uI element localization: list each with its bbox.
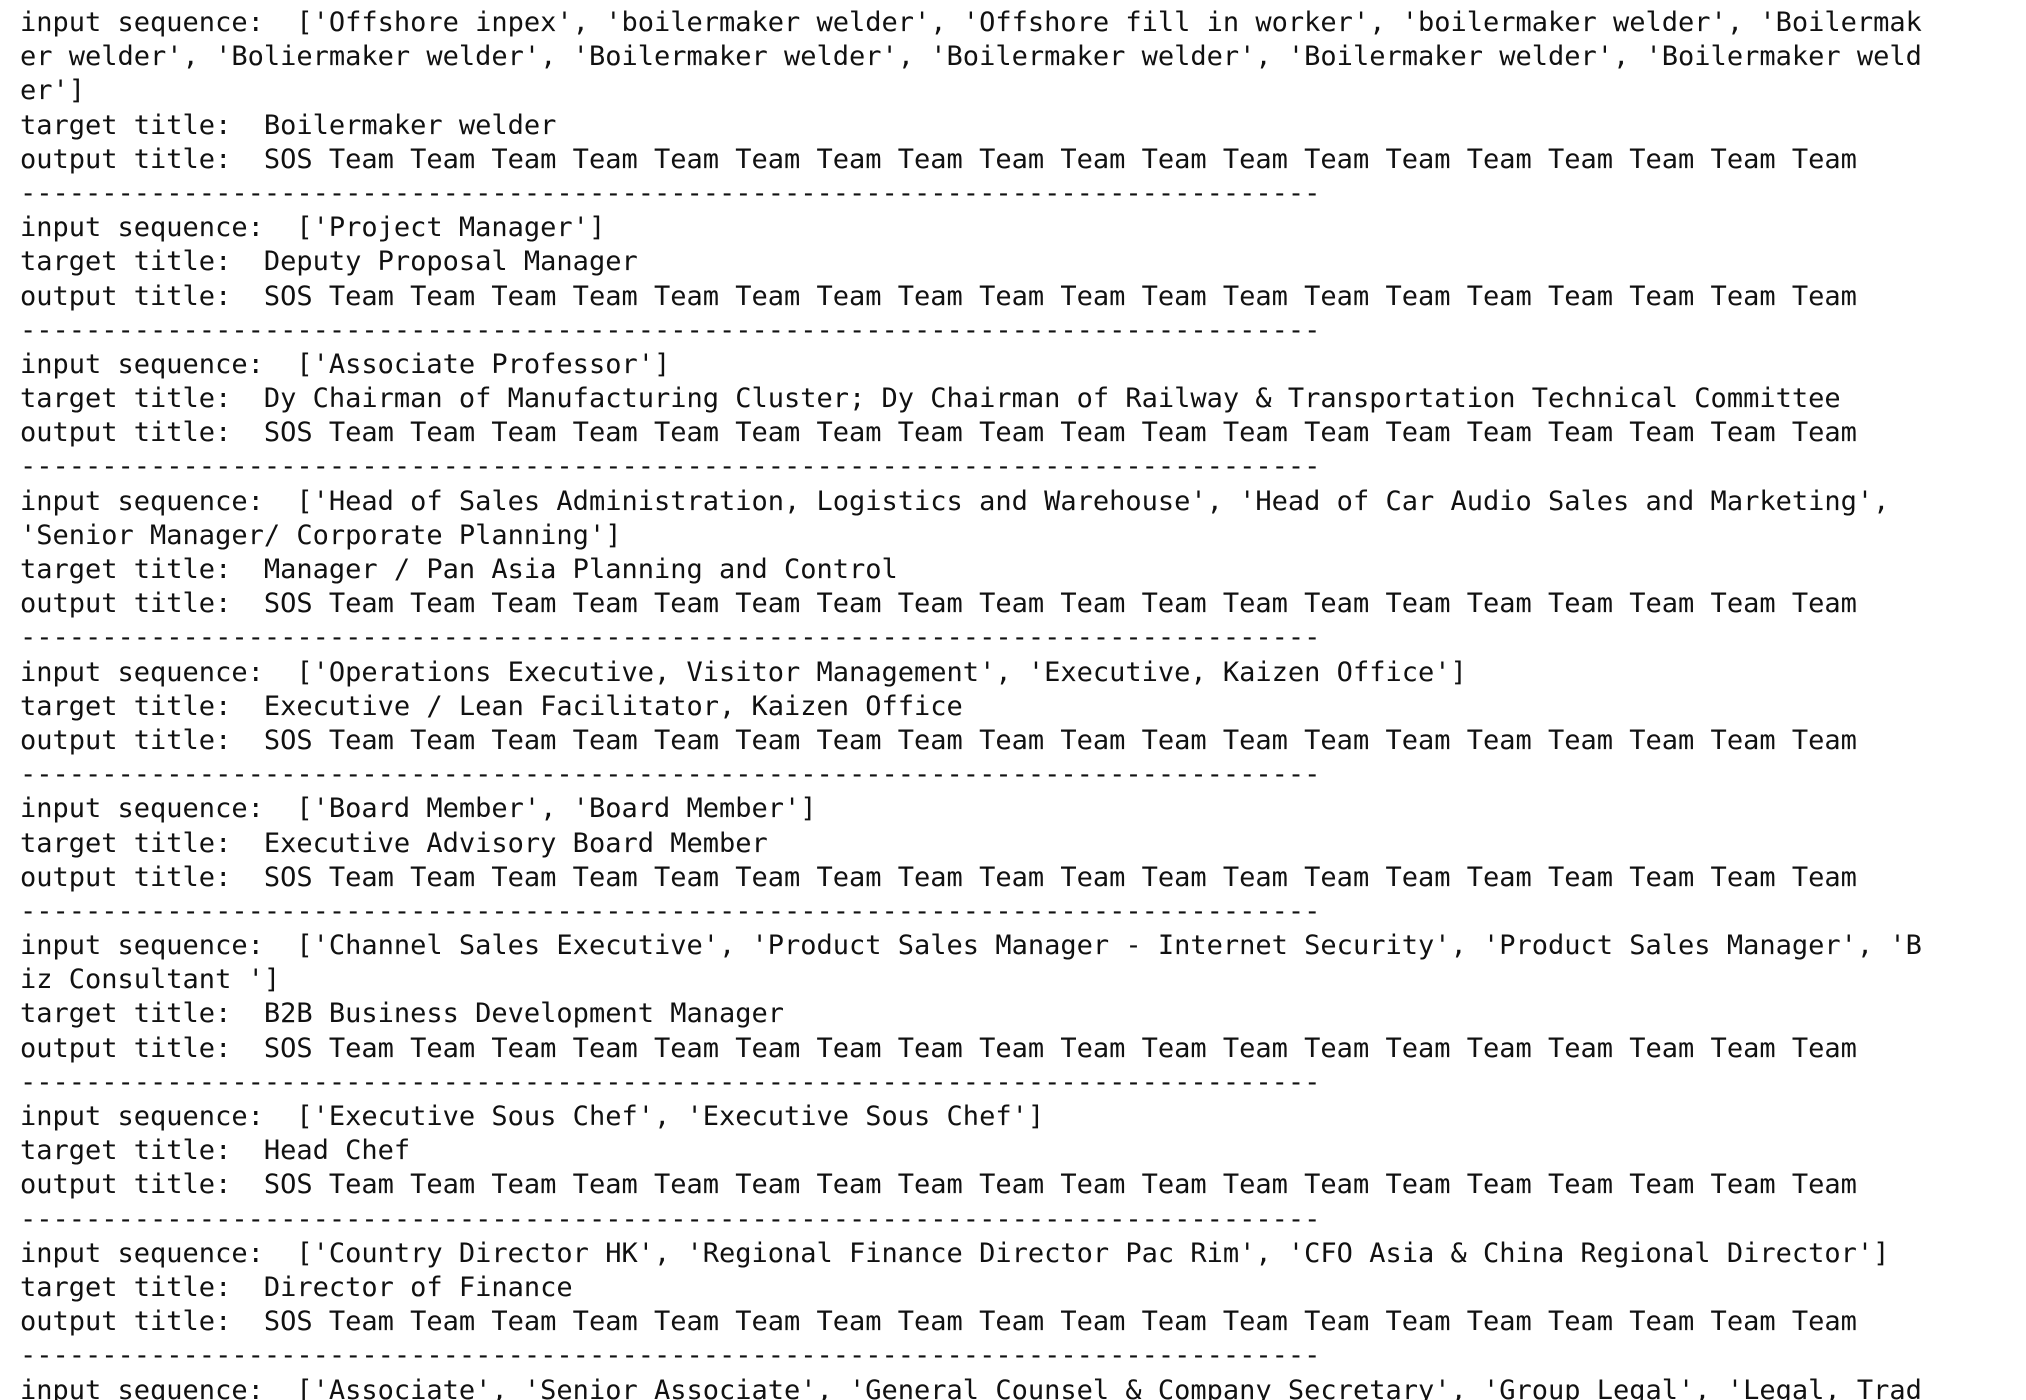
console-output: input sequence: ['Offshore inpex', 'boil… [0,0,2026,1400]
output-line: ----------------------------------------… [20,759,1321,791]
output-line: ----------------------------------------… [20,895,1321,927]
output-line: target title: B2B Business Development M… [20,998,785,1030]
output-line: target title: Boilermaker welder [20,109,557,141]
output-line: target title: Deputy Proposal Manager [20,246,638,278]
output-line: input sequence: ['Associate', 'Senior As… [20,1374,1922,1400]
output-line: iz Consultant '] [20,964,281,996]
output-line: er welder', 'Boliermaker welder', 'Boile… [20,41,1922,73]
output-line: output title: SOS Team Team Team Team Te… [20,724,1857,756]
output-line: input sequence: ['Country Director HK', … [20,1237,1890,1269]
output-line: 'Senior Manager/ Corporate Planning'] [20,519,622,551]
output-line: ----------------------------------------… [20,314,1321,346]
output-line: ----------------------------------------… [20,622,1321,654]
output-line: ----------------------------------------… [20,1340,1321,1372]
output-line: output title: SOS Team Team Team Team Te… [20,588,1857,620]
output-line: target title: Dy Chairman of Manufacturi… [20,383,1841,415]
output-line: input sequence: ['Executive Sous Chef', … [20,1101,1045,1132]
output-line: input sequence: ['Offshore inpex', 'boil… [20,7,1922,38]
output-line: target title: Executive / Lean Facilitat… [20,690,963,722]
output-line: ----------------------------------------… [20,451,1321,483]
output-line: target title: Manager / Pan Asia Plannin… [20,554,898,585]
output-line: input sequence: ['Associate Professor'] [20,348,671,380]
output-line: ----------------------------------------… [20,1066,1321,1098]
output-line: input sequence: ['Channel Sales Executiv… [20,930,1922,962]
output-line: output title: SOS Team Team Team Team Te… [20,1032,1857,1064]
output-line: output title: SOS Team Team Team Team Te… [20,1169,1857,1201]
output-line: input sequence: ['Head of Sales Administ… [20,485,1890,517]
output-line: output title: SOS Team Team Team Team Te… [20,861,1857,893]
output-line: input sequence: ['Project Manager'] [20,212,606,244]
output-line: input sequence: ['Operations Executive, … [20,656,1467,688]
output-line: ----------------------------------------… [20,177,1321,209]
output-line: ----------------------------------------… [20,1203,1321,1235]
output-line: output title: SOS Team Team Team Team Te… [20,280,1857,312]
output-line: output title: SOS Team Team Team Team Te… [20,1306,1857,1338]
output-line: er'] [20,75,86,107]
output-line: target title: Director of Finance [20,1271,573,1303]
output-line: output title: SOS Team Team Team Team Te… [20,417,1857,449]
output-line: output title: SOS Team Team Team Team Te… [20,143,1857,175]
output-line: target title: Executive Advisory Board M… [20,827,768,859]
output-line: input sequence: ['Board Member', 'Board … [20,793,817,825]
output-line: target title: Head Chef [20,1135,411,1167]
